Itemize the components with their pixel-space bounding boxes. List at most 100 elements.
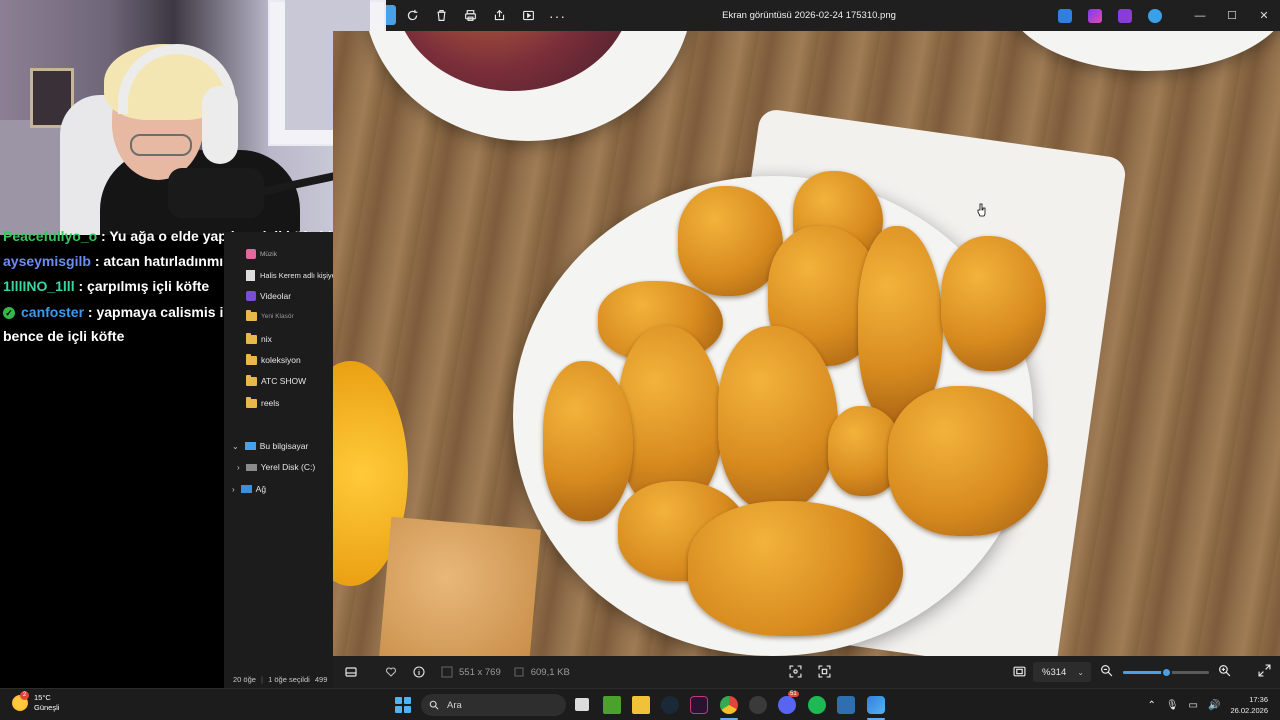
disk-icon: [245, 463, 257, 471]
start-button[interactable]: [395, 697, 411, 713]
nav-item-label: ATC SHOW: [261, 376, 307, 386]
network-icon: [240, 485, 252, 493]
nav-item-folder[interactable]: reels: [246, 396, 280, 408]
task-view-icon[interactable]: [575, 698, 589, 711]
print-icon[interactable]: [456, 0, 485, 31]
weather-description: Güneşli: [34, 703, 60, 712]
webcam-microphone: [168, 168, 264, 218]
steam-icon[interactable]: [661, 696, 679, 714]
nav-item-folder[interactable]: nix: [246, 332, 272, 344]
maximize-icon[interactable]: ☐: [1216, 0, 1248, 31]
nav-item-label: Yeni Klasör: [261, 313, 294, 320]
chat-message: 1lllINO_1lll : çarpılmış içli köfte: [3, 277, 209, 295]
hand-cursor-icon: [977, 203, 986, 217]
filmstrip-icon[interactable]: [345, 666, 363, 678]
zoom-slider-fill: [1123, 671, 1166, 674]
photos-icon[interactable]: [867, 696, 885, 714]
file-explorer-icon[interactable]: [632, 696, 650, 714]
clock-time: 17:36: [1249, 695, 1268, 704]
onedrive-icon[interactable]: [1148, 8, 1162, 23]
explorer-status-bar: 20 öğe | 1 öğe seçildi 499: [233, 675, 328, 684]
chat-text: bence de içli köfte: [3, 328, 125, 344]
stream-chat: Peacefullyo_o : Yu ağa o elde yapılmış i…: [0, 228, 361, 688]
nav-item-file[interactable]: Halis Kerem adlı kişiye: [246, 270, 336, 281]
discord-badge: 51: [788, 691, 799, 697]
zoom-in-icon[interactable]: [1218, 664, 1231, 680]
zoom-slider[interactable]: [1123, 667, 1209, 678]
share-icon[interactable]: [485, 0, 514, 31]
webcam-headphone-cup: [202, 86, 238, 164]
search-icon: [429, 700, 439, 710]
rotate-icon[interactable]: [398, 0, 427, 31]
fullscreen-icon[interactable]: [1258, 664, 1271, 680]
volume-icon[interactable]: 🔊: [1208, 700, 1220, 711]
app-icon[interactable]: [837, 696, 855, 714]
clipchamp-icon[interactable]: [1088, 8, 1102, 23]
favorite-heart-icon[interactable]: [385, 666, 403, 678]
nav-item-disk[interactable]: › Yerel Disk (C:): [237, 462, 315, 472]
zoom-slider-thumb[interactable]: [1161, 667, 1172, 678]
crop-icon[interactable]: [789, 665, 802, 681]
nav-item-label: Yerel Disk (C:): [260, 462, 316, 472]
nav-item-folder[interactable]: Yeni Klasör: [246, 310, 294, 321]
more-icon[interactable]: ···: [543, 0, 572, 31]
chat-username: canfoster: [21, 304, 85, 320]
obs-icon[interactable]: [749, 696, 767, 714]
fit-to-window-icon[interactable]: [1013, 665, 1026, 681]
nav-item-label: koleksiyon: [261, 355, 301, 365]
zoom-out-icon[interactable]: [1100, 664, 1113, 680]
nav-item-videos[interactable]: Videolar: [246, 291, 291, 301]
chevron-down-icon[interactable]: ⌄: [232, 442, 239, 451]
minimize-icon[interactable]: —: [1184, 0, 1216, 31]
zoom-dropdown[interactable]: %314 ⌄: [1033, 662, 1091, 682]
image-dimensions: 551 x 769: [441, 666, 501, 678]
bread-slice: [379, 516, 541, 656]
sidebar-toggle-indicator[interactable]: [386, 5, 396, 25]
chevron-up-icon[interactable]: ⌃: [1147, 700, 1155, 711]
video-icon: [246, 291, 256, 301]
photo-editor-icon[interactable]: [1058, 8, 1072, 23]
nav-item-this-pc[interactable]: ⌄ Bu bilgisayar: [232, 441, 308, 451]
visual-search-icon[interactable]: [818, 665, 831, 681]
nav-item-network[interactable]: › Ağ: [232, 484, 266, 494]
nav-item-folder[interactable]: ATC SHOW: [246, 374, 307, 386]
chevron-right-icon[interactable]: ›: [237, 463, 240, 472]
nav-item-folder[interactable]: koleksiyon: [246, 353, 301, 365]
microphone-icon[interactable]: 🎙: [1166, 700, 1179, 711]
video-app-icon[interactable]: [690, 696, 708, 714]
check-badge-icon: ✓: [3, 307, 15, 319]
file-size-value: 609,1 KB: [530, 666, 570, 678]
selected-count: 1 öğe seçildi: [268, 675, 310, 684]
taskbar-search[interactable]: Ara: [421, 694, 566, 716]
spotify-icon[interactable]: [808, 696, 826, 714]
file-icon: [246, 270, 255, 281]
delete-icon[interactable]: [427, 0, 456, 31]
fried-nugget: [941, 236, 1046, 371]
nav-item-label: Bu bilgisayar: [259, 441, 309, 451]
slideshow-icon[interactable]: [514, 0, 543, 31]
webcam-glasses: [130, 134, 192, 156]
viewer-toolbar: ··· Ekran görüntüsü 2026-02-24 175310.pn…: [386, 0, 1280, 31]
chrome-icon[interactable]: [720, 696, 738, 714]
nav-item-label: nix: [261, 334, 272, 344]
image-canvas[interactable]: [333, 31, 1280, 656]
chat-username: 1lllINO_1lll: [3, 278, 75, 294]
nav-item-music[interactable]: Müzik: [246, 249, 277, 259]
video-editor-icon[interactable]: [1118, 8, 1132, 23]
discord-icon[interactable]: 51: [778, 691, 799, 714]
nav-item-label: Müzik: [260, 250, 277, 258]
minecraft-icon[interactable]: [603, 696, 621, 714]
weather-widget[interactable]: 2 15°C Güneşli: [12, 691, 60, 713]
nav-item-label: reels: [261, 398, 280, 408]
notification-badge: 2: [20, 691, 29, 700]
close-icon[interactable]: ✕: [1248, 0, 1280, 31]
network-icon[interactable]: ▭: [1189, 700, 1198, 711]
windows-taskbar: 2 15°C Güneşli Ara 51 ⌃ 🎙 ▭ 🔊 17:36 26.0…: [0, 688, 1280, 720]
folder-icon: [246, 374, 257, 386]
music-icon: [246, 249, 256, 259]
chevron-right-icon[interactable]: ›: [232, 485, 235, 494]
clock[interactable]: 17:36 26.02.2026: [1230, 694, 1268, 716]
info-icon[interactable]: [413, 666, 431, 678]
sun-icon: 2: [12, 691, 29, 711]
system-tray: ⌃ 🎙 ▭ 🔊 17:36 26.02.2026: [1147, 689, 1280, 720]
